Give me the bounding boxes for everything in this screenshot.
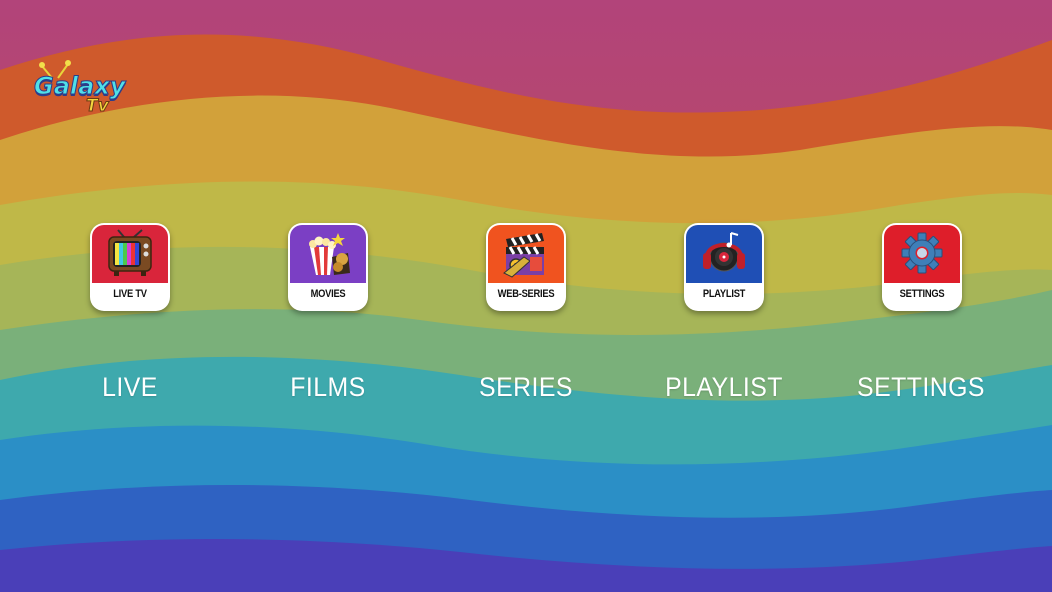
movies-tile-caption: MOVIES <box>299 283 357 305</box>
menu-label-series[interactable]: SERIES <box>443 372 609 403</box>
live-tv-tile-caption: LIVE TV <box>101 283 159 305</box>
web-series-tile-caption: WEB-SERIES <box>497 283 555 305</box>
menu-label-live[interactable]: LIVE <box>47 372 213 403</box>
movies-tile[interactable]: MOVIES <box>288 223 368 311</box>
logo-word-galaxy: Galaxy <box>33 72 126 101</box>
playlist-tile-caption: PLAYLIST <box>695 283 753 305</box>
settings-tile-caption: SETTINGS <box>893 283 951 305</box>
playlist-tile[interactable]: PLAYLIST <box>684 223 764 311</box>
menu-label-settings[interactable]: SETTINGS <box>838 372 1004 403</box>
menu-label-playlist[interactable]: PLAYLIST <box>641 372 807 403</box>
menu-label-films[interactable]: FILMS <box>245 372 411 403</box>
app-logo: Galaxy Tv <box>28 56 138 126</box>
web-series-tile[interactable]: WEB-SERIES <box>486 223 566 311</box>
gear-icon <box>901 232 943 274</box>
settings-tile[interactable]: SETTINGS <box>882 223 962 311</box>
logo-word-tv: Tv <box>86 96 110 117</box>
popcorn-icon <box>309 233 350 275</box>
headphones-icon <box>703 232 745 272</box>
clapperboard-icon <box>503 233 544 278</box>
retro-tv-icon <box>108 229 152 276</box>
live-tv-tile[interactable]: LIVE TV <box>90 223 170 311</box>
